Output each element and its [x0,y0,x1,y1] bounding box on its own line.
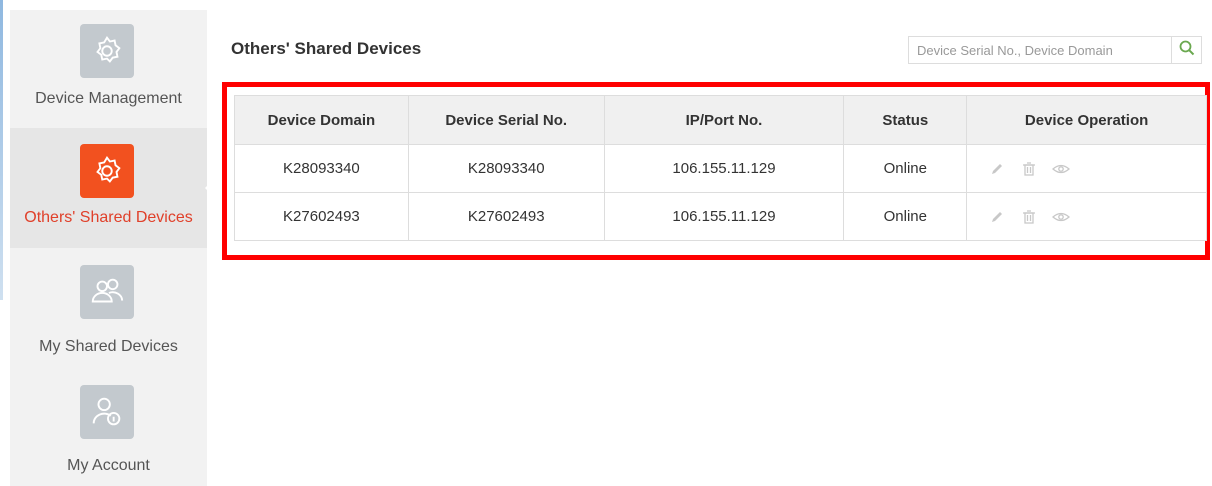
page-title: Others' Shared Devices [231,39,422,58]
column-header-status: Status [843,95,968,145]
device-serial-cell: K28093340 [407,144,605,193]
sidebar-item-label: Others' Shared Devices [24,209,193,226]
status-cell: Online [843,144,968,193]
device-domain-cell: K27602493 [234,192,409,241]
search-icon [1179,40,1195,61]
device-operation-cell [966,192,1207,241]
active-pointer [205,178,215,198]
search-button[interactable] [1172,36,1202,64]
view-icon[interactable] [1052,208,1071,226]
sidebar-item-label: Device Management [35,90,182,107]
gear-icon [80,24,134,78]
view-icon[interactable] [1052,160,1071,178]
user-info-icon [80,385,134,439]
table-row: K28093340 K28093340 106.155.11.129 Onlin… [234,144,1207,193]
gear-icon [80,144,134,198]
sidebar-item-label: My Account [67,457,150,474]
column-header-device-operation: Device Operation [966,95,1207,145]
edit-icon[interactable] [988,160,1006,178]
table-row: K27602493 K27602493 106.155.11.129 Onlin… [234,192,1207,241]
delete-icon[interactable] [1020,160,1038,178]
device-domain-cell: K28093340 [234,144,409,193]
window-edge [0,0,8,486]
delete-icon[interactable] [1020,208,1038,226]
device-serial-cell: K27602493 [407,192,605,241]
table-header-row: Device Domain Device Serial No. IP/Port … [234,95,1207,145]
column-header-ip-port: IP/Port No. [603,95,845,145]
sidebar-item-my-account[interactable]: My Account [10,368,207,486]
sidebar-item-device-management[interactable]: Device Management [10,10,207,128]
status-cell: Online [843,192,968,241]
ip-port-cell: 106.155.11.129 [603,144,845,193]
sidebar-item-others-shared-devices[interactable]: Others' Shared Devices [10,128,215,248]
search-box [908,36,1172,64]
sidebar-item-my-shared-devices[interactable]: My Shared Devices [10,248,207,368]
edge-accent-line [0,0,3,300]
device-operation-cell [966,144,1207,193]
users-icon [80,265,134,319]
ip-port-cell: 106.155.11.129 [603,192,845,241]
column-header-device-serial: Device Serial No. [407,95,605,145]
edit-icon[interactable] [988,208,1006,226]
search-input[interactable] [909,37,1171,63]
sidebar-item-label: My Shared Devices [39,338,178,355]
column-header-device-domain: Device Domain [234,95,409,145]
devices-table: Device Domain Device Serial No. IP/Port … [234,95,1207,241]
sidebar: Device Management Others' Shared Devices… [10,10,215,486]
